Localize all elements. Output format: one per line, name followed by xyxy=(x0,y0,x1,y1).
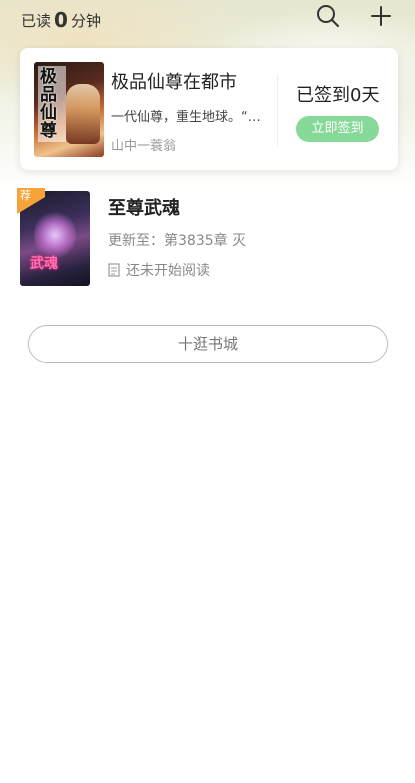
search-icon[interactable] xyxy=(315,3,341,29)
featured-book-cover[interactable]: 极品仙尊 xyxy=(34,62,104,157)
card-divider xyxy=(277,74,278,146)
reading-time: 已读 0 分钟 xyxy=(21,7,101,32)
cover-calligraphy: 极品仙尊 xyxy=(38,66,66,142)
document-icon xyxy=(108,263,120,277)
signin-button[interactable]: 立即签到 xyxy=(296,116,379,142)
reading-time-prefix: 已读 xyxy=(21,12,52,30)
browse-bookstore-button[interactable]: 十逛书城 xyxy=(28,325,388,363)
signin-status: 已签到0天 xyxy=(296,85,380,106)
top-bar: 已读 0 分钟 xyxy=(0,0,415,40)
featured-book-title[interactable]: 极品仙尊在都市 xyxy=(111,68,237,94)
book-title[interactable]: 至尊武魂 xyxy=(108,194,180,220)
reading-time-minutes: 0 xyxy=(54,8,68,32)
book-update-info: 更新至：第3835章 灭 xyxy=(108,233,247,249)
featured-book-card[interactable]: 极品仙尊 极品仙尊在都市 一代仙尊，重生地球。“… 山中一蓑翁 已签到0天 立即… xyxy=(20,48,398,170)
book-read-status: 还未开始阅读 xyxy=(108,260,210,280)
featured-book-description: 一代仙尊，重生地球。“… xyxy=(111,110,261,125)
featured-book-author: 山中一蓑翁 xyxy=(111,139,177,154)
cover-title: 武魂 xyxy=(30,256,58,272)
add-icon[interactable] xyxy=(368,3,394,29)
reading-time-suffix: 分钟 xyxy=(70,12,101,30)
cover-figure xyxy=(66,84,100,144)
read-status-label: 还未开始阅读 xyxy=(126,263,210,279)
